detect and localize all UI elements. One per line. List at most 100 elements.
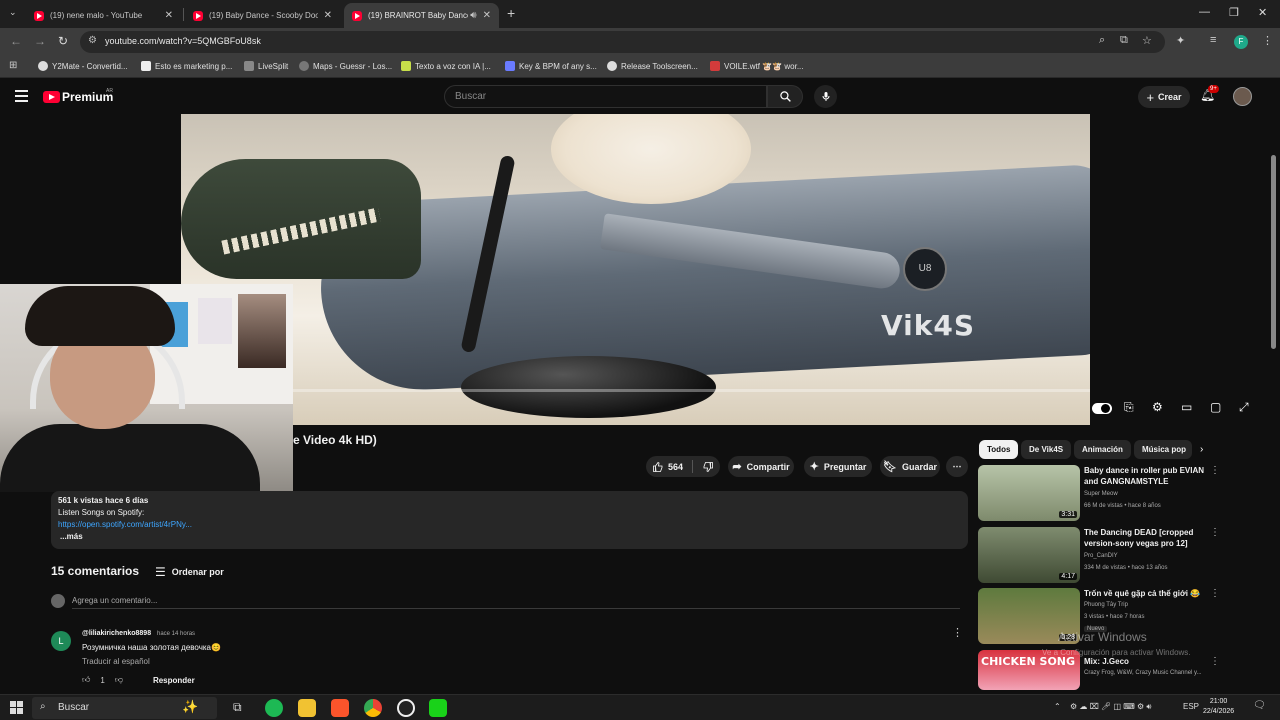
minimize-icon[interactable]: — xyxy=(1199,6,1210,18)
apps-grid-icon[interactable]: ⊞ xyxy=(9,60,17,71)
recommendation-menu-icon[interactable]: ⋮ xyxy=(1210,656,1220,667)
recommendation-title[interactable]: Baby dance in roller pub EVIAN and GANGN… xyxy=(1084,465,1209,487)
reload-icon[interactable]: ↻ xyxy=(58,34,68,48)
chip-de-vik4s[interactable]: De Vik4S xyxy=(1021,440,1072,459)
bookmark-key-bpm[interactable]: Key & BPM of any s... xyxy=(505,61,597,71)
recommendation-channel[interactable]: Phuong Tây Trip xyxy=(1084,602,1128,608)
youtube-logo-icon[interactable] xyxy=(43,91,60,103)
show-more-link[interactable]: ...más xyxy=(60,532,83,541)
recommendation-channel[interactable]: Crazy Frog, W&W, Crazy Music Channel y..… xyxy=(1084,670,1202,676)
bookmark-release-toolscreen[interactable]: Release Toolscreen... xyxy=(607,61,698,71)
task-view-icon[interactable]: ⧉ xyxy=(233,700,242,715)
chip-musica-pop[interactable]: Música pop xyxy=(1134,440,1192,459)
tray-icons[interactable]: ⚙ ☁ ⌧ 🎤︎ ◫ ⌨ ⚙ 🔊︎ xyxy=(1070,702,1151,712)
voice-search-button[interactable] xyxy=(814,85,837,108)
browser-profile-avatar[interactable]: F xyxy=(1234,35,1248,49)
ask-button[interactable]: ✦ Preguntar xyxy=(804,456,872,477)
tab-search-icon[interactable]: ⌄ xyxy=(9,7,17,18)
reply-button[interactable]: Responder xyxy=(153,676,195,685)
taskbar-clock[interactable]: 21:00 22/4/2026 xyxy=(1203,697,1234,717)
site-info-icon[interactable]: ⚙︎ xyxy=(88,35,97,46)
bookmark-texto-a-voz[interactable]: Texto a voz con IA |... xyxy=(401,61,491,71)
comment-author[interactable]: @liliakirichenko8898 xyxy=(82,630,151,637)
video-thumbnail[interactable]: 3:31 xyxy=(978,465,1080,521)
chevron-right-icon[interactable]: › xyxy=(1200,444,1203,455)
bookmark-maps-guessr[interactable]: Maps - Guessr - Los... xyxy=(299,61,392,71)
recommendation-title[interactable]: Trốn về quê gặp cả thế giới 😂 xyxy=(1084,588,1209,599)
bookmark-star-icon[interactable]: ☆ xyxy=(1142,34,1152,47)
tray-overflow-icon[interactable]: ⌃ xyxy=(1054,702,1061,711)
miniplayer-icon[interactable]: ▭ xyxy=(1181,400,1192,414)
settings-gear-icon[interactable]: ⚙︎ xyxy=(1152,400,1163,414)
green-app-icon[interactable] xyxy=(429,699,447,717)
recommendation-menu-icon[interactable]: ⋮ xyxy=(1210,588,1220,599)
install-icon[interactable]: ⧉ xyxy=(1120,34,1128,47)
search-button[interactable] xyxy=(767,85,803,108)
recommendation-channel[interactable]: Super Meow xyxy=(1084,491,1118,497)
address-bar[interactable]: ⚙︎ youtube.com/watch?v=5QMGBFoU8sk xyxy=(80,31,1165,53)
zoom-icon[interactable]: ⌕ xyxy=(1099,34,1105,47)
recommendation-menu-icon[interactable]: ⋮ xyxy=(1210,465,1220,476)
theater-mode-icon[interactable]: ▢ xyxy=(1210,400,1221,414)
comment-dislike-icon[interactable]: 👎︎ xyxy=(115,675,123,685)
comment-menu-icon[interactable]: ⋮ xyxy=(952,626,963,639)
bookmark-voile[interactable]: VOILE.wtf 🐮🐮 wor... xyxy=(710,61,804,71)
chip-todos[interactable]: Todos xyxy=(979,440,1019,459)
recommendation-item[interactable]: 4:17 The Dancing DEAD [cropped version-s… xyxy=(978,527,1220,583)
recommendation-title[interactable]: Mix: J.Geco xyxy=(1084,656,1209,667)
obs-icon[interactable] xyxy=(397,699,415,717)
chrome-icon[interactable] xyxy=(364,699,382,717)
browser-tab-2[interactable]: (19) Baby Dance - Scooby Doo ✕ xyxy=(185,3,340,28)
window-close-icon[interactable]: ✕ xyxy=(1258,6,1267,19)
spotify-link[interactable]: https://open.spotify.com/artist/4rPNy... xyxy=(58,520,192,529)
comment-like-icon[interactable]: 👍︎ xyxy=(82,675,90,685)
bookmark-y2mate[interactable]: Y2Mate - Convertid... xyxy=(38,61,128,71)
subtitles-icon[interactable]: ⎘ xyxy=(1124,400,1134,415)
restore-icon[interactable]: ❐ xyxy=(1229,6,1239,19)
new-tab-button[interactable]: + xyxy=(507,5,515,21)
reading-list-icon[interactable]: ≡ xyxy=(1210,34,1216,46)
close-tab-icon[interactable]: ✕ xyxy=(483,10,491,21)
file-explorer-icon[interactable] xyxy=(298,699,316,717)
video-thumbnail[interactable]: 4:17 xyxy=(978,527,1080,583)
sort-comments-button[interactable]: ☰ Ordenar por xyxy=(155,565,224,579)
translate-link[interactable]: Traducir al español xyxy=(82,657,150,666)
chip-animacion[interactable]: Animación xyxy=(1074,440,1131,459)
browser-tab-1[interactable]: (19) nene malo - YouTube ✕ xyxy=(26,3,181,28)
spotify-icon[interactable] xyxy=(265,699,283,717)
close-tab-icon[interactable]: ✕ xyxy=(324,10,332,21)
notification-center-icon[interactable]: 🗨︎ xyxy=(1253,700,1266,711)
language-indicator[interactable]: ESP xyxy=(1183,702,1199,711)
fullscreen-icon[interactable]: ⤢ xyxy=(1239,400,1249,415)
browser-tab-3-active[interactable]: (19) BRAINROT Baby Dance 🔊︎ ✕ xyxy=(344,3,499,28)
create-button[interactable]: + Crear xyxy=(1138,86,1190,108)
search-input[interactable] xyxy=(445,86,766,107)
taskbar-search[interactable]: ⌕ Buscar ✨ xyxy=(32,697,217,719)
video-description[interactable]: 561 k vistas hace 6 días Listen Songs on… xyxy=(51,491,968,549)
back-icon[interactable]: ← xyxy=(10,34,22,48)
like-button[interactable]: 564 xyxy=(652,461,683,473)
account-avatar[interactable] xyxy=(1233,87,1252,106)
recommendation-title[interactable]: The Dancing DEAD [cropped version-sony v… xyxy=(1084,527,1209,549)
autoplay-toggle[interactable] xyxy=(1092,403,1112,414)
bookmark-marketing[interactable]: Esto es marketing p... xyxy=(141,61,232,71)
bookmark-livesplit[interactable]: LiveSplit xyxy=(244,61,288,71)
page-scrollbar[interactable] xyxy=(1271,155,1276,349)
comment-author-avatar[interactable]: L xyxy=(51,631,71,651)
recommendation-channel[interactable]: Pro_CanDIY xyxy=(1084,553,1118,559)
add-comment-input[interactable]: Agrega un comentario... xyxy=(72,596,157,605)
video-player[interactable]: U8 Vik4S xyxy=(181,114,1090,425)
brave-icon[interactable] xyxy=(331,699,349,717)
comment-time[interactable]: hace 14 horas xyxy=(157,631,195,637)
hamburger-menu-icon[interactable] xyxy=(15,90,28,105)
forward-icon[interactable]: → xyxy=(34,34,46,48)
menu-kebab-icon[interactable]: ⋮ xyxy=(1262,34,1273,47)
share-button[interactable]: ➦ Compartir xyxy=(728,456,794,477)
save-button[interactable]: 🔖︎ Guardar xyxy=(880,456,940,477)
windows-start-icon[interactable] xyxy=(10,701,23,714)
video-progress-bar[interactable] xyxy=(291,389,1090,392)
more-actions-button[interactable]: ⋯ xyxy=(946,456,968,477)
thumbs-down-icon[interactable] xyxy=(702,461,714,473)
close-tab-icon[interactable]: ✕ xyxy=(165,10,173,21)
speaker-icon[interactable]: 🔊︎ xyxy=(470,10,476,21)
